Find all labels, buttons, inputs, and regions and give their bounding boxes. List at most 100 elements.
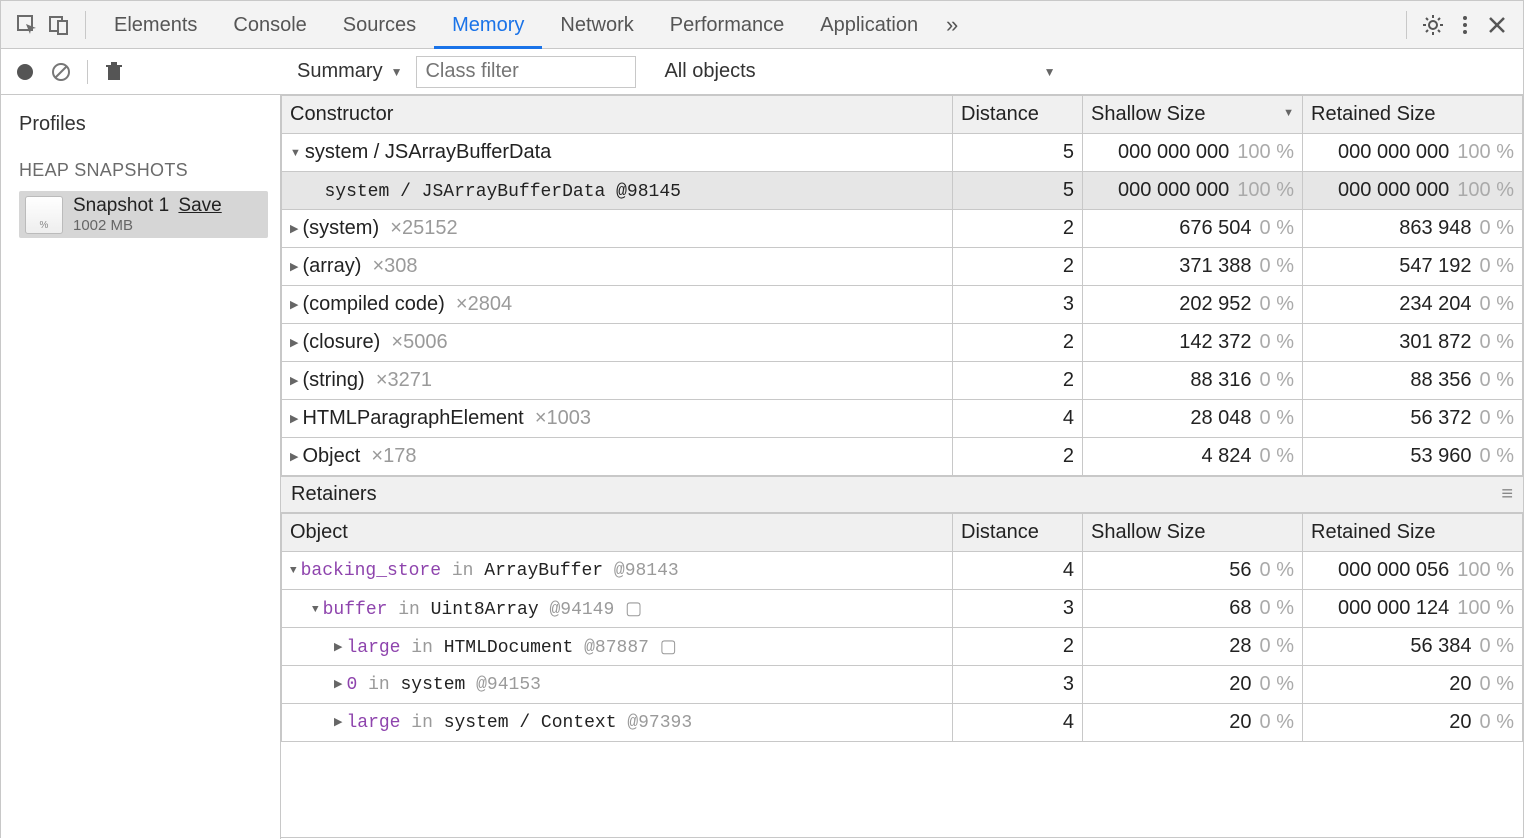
allobjects-dropdown[interactable]: All objects ▼: [658, 60, 1061, 83]
expand-down-icon[interactable]: ▼: [312, 604, 319, 616]
shallow-cell: 28 0480 %: [1083, 400, 1303, 438]
more-tabs-icon[interactable]: »: [936, 9, 968, 41]
retained-cell: 200 %: [1303, 666, 1523, 704]
retained-cell: 56 3720 %: [1303, 400, 1523, 438]
tab-performance[interactable]: Performance: [652, 1, 803, 49]
table-row[interactable]: ▶system / JSArrayBufferData @981455000 0…: [282, 172, 1523, 210]
col-object[interactable]: Object: [282, 514, 953, 552]
view-dropdown[interactable]: Summary ▼: [291, 60, 408, 83]
record-icon[interactable]: [11, 58, 39, 86]
window-icon: ▢: [625, 600, 642, 620]
shallow-cell: 4 8240 %: [1083, 438, 1303, 476]
tab-network[interactable]: Network: [542, 1, 651, 49]
heap-snapshots-heading: HEAP SNAPSHOTS: [19, 160, 268, 181]
retained-cell: 863 9480 %: [1303, 210, 1523, 248]
table-row[interactable]: ▶HTMLParagraphElement ×1003428 0480 %56 …: [282, 400, 1523, 438]
col-distance[interactable]: Distance: [953, 514, 1083, 552]
col-constructor[interactable]: Constructor: [282, 96, 953, 134]
device-toggle-icon[interactable]: [43, 9, 75, 41]
table-row[interactable]: ▼buffer in Uint8Array @94149 ▢3680 %000 …: [282, 590, 1523, 628]
expand-down-icon[interactable]: ▼: [290, 565, 297, 577]
snapshot-save-link[interactable]: Save: [178, 195, 221, 216]
separator: [1406, 11, 1407, 39]
gear-icon[interactable]: [1417, 9, 1449, 41]
expand-right-icon[interactable]: ▶: [290, 374, 298, 387]
table-row[interactable]: ▶Object ×17824 8240 %53 9600 %: [282, 438, 1523, 476]
table-row[interactable]: ▶(string) ×3271288 3160 %88 3560 %: [282, 362, 1523, 400]
col-shallow[interactable]: Shallow Size: [1083, 514, 1303, 552]
kebab-icon[interactable]: [1449, 9, 1481, 41]
inspect-icon[interactable]: [11, 9, 43, 41]
shallow-cell: 142 3720 %: [1083, 324, 1303, 362]
instance-count: ×25152: [390, 217, 457, 239]
col-distance[interactable]: Distance: [953, 96, 1083, 134]
table-row[interactable]: ▶(closure) ×50062142 3720 %301 8720 %: [282, 324, 1523, 362]
context-name: Uint8Array: [431, 600, 539, 620]
close-icon[interactable]: [1481, 9, 1513, 41]
retained-cell: 000 000 124100 %: [1303, 590, 1523, 628]
constructor-name: (compiled code): [302, 293, 444, 315]
shallow-cell: 280 %: [1083, 628, 1303, 666]
menu-icon[interactable]: ≡: [1501, 483, 1513, 506]
expand-right-icon[interactable]: ▶: [290, 336, 298, 349]
constructor-name: system / JSArrayBufferData: [305, 141, 551, 163]
distance-cell: 2: [953, 362, 1083, 400]
class-filter-input[interactable]: [416, 56, 636, 88]
col-shallow[interactable]: Shallow Size▼: [1083, 96, 1303, 134]
distance-cell: 4: [953, 400, 1083, 438]
expand-right-icon[interactable]: ▶: [290, 222, 298, 235]
constructor-name: system / JSArrayBufferData @98145: [324, 182, 680, 202]
constructor-name: (closure): [302, 331, 380, 353]
clear-icon[interactable]: [47, 58, 75, 86]
expand-down-icon[interactable]: ▼: [290, 147, 301, 159]
table-row[interactable]: ▼ system / JSArrayBufferData 5 000 000 0001…: [282, 134, 1523, 172]
table-row[interactable]: ▶0 in system @941533200 %200 %: [282, 666, 1523, 704]
shallow-cell: 560 %: [1083, 552, 1303, 590]
shallow-cell: 680 %: [1083, 590, 1303, 628]
property-name: large: [346, 638, 400, 658]
expand-right-icon[interactable]: ▶: [290, 412, 298, 425]
expand-right-icon[interactable]: ▶: [334, 715, 342, 729]
table-row[interactable]: ▶(compiled code) ×28043202 9520 %234 204…: [282, 286, 1523, 324]
shallow-cell: 88 3160 %: [1083, 362, 1303, 400]
snapshot-item[interactable]: Snapshot 1 Save 1002 MB: [19, 191, 268, 238]
table-row[interactable]: ▶(array) ×3082371 3880 %547 1920 %: [282, 248, 1523, 286]
tab-application[interactable]: Application: [802, 1, 936, 49]
expand-right-icon[interactable]: ▶: [290, 260, 298, 273]
expand-right-icon[interactable]: ▶: [290, 450, 298, 463]
distance-cell: 5: [953, 134, 1083, 172]
shallow-cell: 371 3880 %: [1083, 248, 1303, 286]
table-row[interactable]: ▶(system) ×251522676 5040 %863 9480 %: [282, 210, 1523, 248]
instance-count: ×2804: [456, 293, 512, 315]
retained-cell: 88 3560 %: [1303, 362, 1523, 400]
expand-right-icon[interactable]: ▶: [334, 677, 342, 691]
profiles-heading: Profiles: [19, 113, 268, 136]
tab-console[interactable]: Console: [215, 1, 324, 49]
table-row[interactable]: ▶large in system / Context @973934200 %2…: [282, 704, 1523, 742]
table-row[interactable]: ▶large in HTMLDocument @87887 ▢2280 %56 …: [282, 628, 1523, 666]
separator: [87, 60, 88, 84]
expand-right-icon[interactable]: ▶: [334, 640, 342, 654]
tab-memory[interactable]: Memory: [434, 1, 542, 49]
retained-cell: 000 000 000100 %: [1303, 134, 1523, 172]
distance-cell: 2: [953, 438, 1083, 476]
constructors-table: Constructor Distance Shallow Size▼ Retai…: [281, 95, 1523, 476]
instance-count: ×1003: [535, 407, 591, 429]
table-row[interactable]: ▼backing_store in ArrayBuffer @981434560…: [282, 552, 1523, 590]
property-name: backing_store: [301, 561, 441, 581]
distance-cell: 4: [953, 704, 1083, 742]
instance-count: ×178: [371, 445, 416, 467]
constructor-name: (array): [302, 255, 361, 277]
tab-elements[interactable]: Elements: [96, 1, 215, 49]
expand-right-icon[interactable]: ▶: [290, 298, 298, 311]
trash-icon[interactable]: [100, 58, 128, 86]
col-retained[interactable]: Retained Size: [1303, 96, 1523, 134]
sort-desc-icon: ▼: [1283, 107, 1294, 119]
tab-sources[interactable]: Sources: [325, 1, 434, 49]
property-name: 0: [346, 675, 357, 695]
distance-cell: 2: [953, 248, 1083, 286]
constructor-name: (system): [302, 217, 379, 239]
col-retained[interactable]: Retained Size: [1303, 514, 1523, 552]
context-name: system / Context: [444, 713, 617, 733]
retainers-table: Object Distance Shallow Size Retained Si…: [281, 513, 1523, 742]
